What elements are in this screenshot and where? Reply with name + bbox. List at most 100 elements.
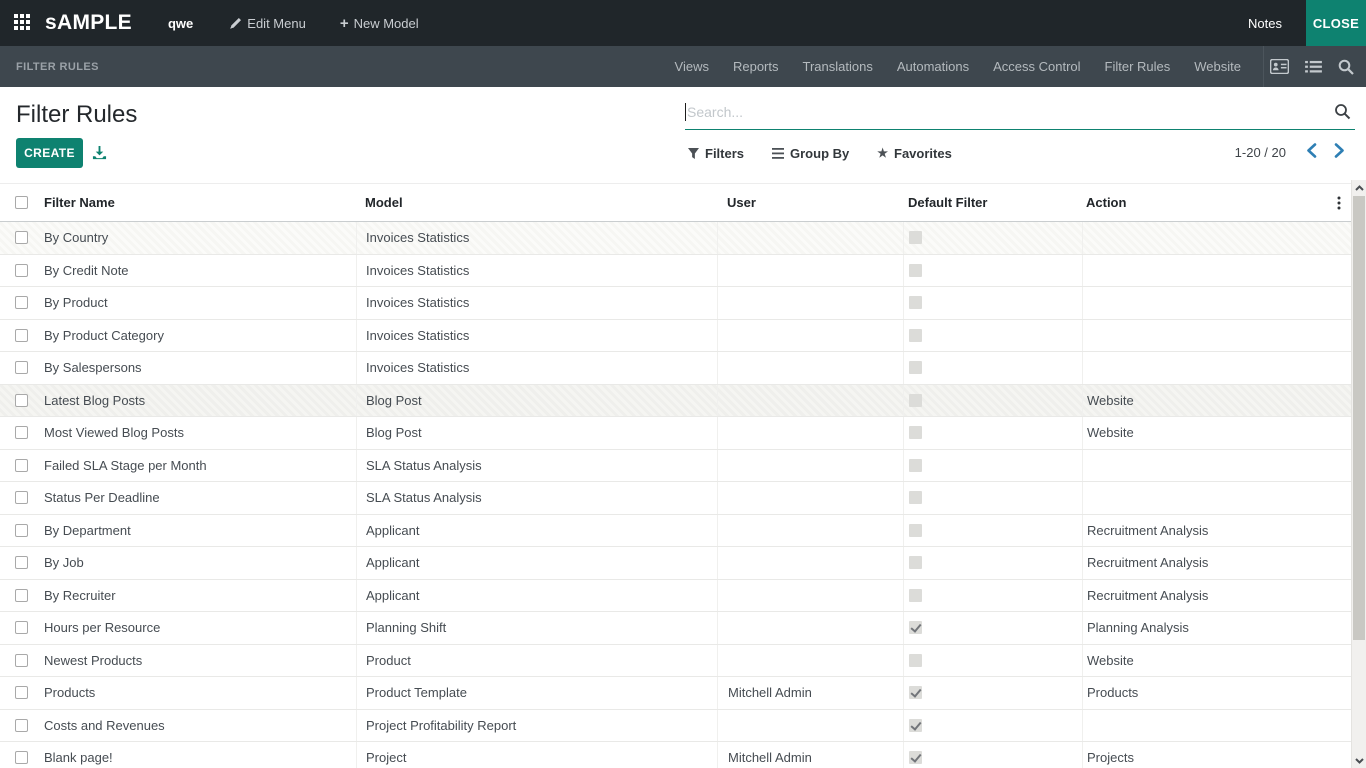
- row-select-checkbox[interactable]: [15, 426, 28, 439]
- table-row[interactable]: Most Viewed Blog PostsBlog PostWebsite: [0, 417, 1351, 450]
- cell-action: [1082, 710, 1327, 742]
- search-input[interactable]: [686, 104, 1334, 120]
- table-row[interactable]: Costs and RevenuesProject Profitability …: [0, 710, 1351, 743]
- cell-user: [717, 385, 903, 417]
- export-download-icon[interactable]: [92, 145, 107, 160]
- table-row[interactable]: By Product CategoryInvoices Statistics: [0, 320, 1351, 353]
- table-row[interactable]: Failed SLA Stage per MonthSLA Status Ana…: [0, 450, 1351, 483]
- cell-filter-name: Latest Blog Posts: [40, 385, 356, 417]
- subnav-item-automations[interactable]: Automations: [885, 46, 981, 87]
- search-submit-icon[interactable]: [1334, 103, 1351, 120]
- subnav-item-filter-rules[interactable]: Filter Rules: [1093, 46, 1183, 87]
- search-icon[interactable]: [1338, 59, 1354, 75]
- row-select-checkbox[interactable]: [15, 491, 28, 504]
- column-header-filter-name[interactable]: Filter Name: [40, 184, 356, 221]
- row-select-checkbox[interactable]: [15, 361, 28, 374]
- pager-next-icon[interactable]: [1334, 143, 1345, 158]
- row-select-checkbox[interactable]: [15, 686, 28, 699]
- search-box: [685, 94, 1355, 130]
- cell-filter-name: Status Per Deadline: [40, 482, 356, 514]
- select-all-checkbox[interactable]: [15, 196, 28, 209]
- pager-nav: [1306, 143, 1345, 158]
- cell-model: Invoices Statistics: [356, 255, 717, 287]
- cell-filter-name: Products: [40, 677, 356, 709]
- row-select-checkbox[interactable]: [15, 459, 28, 472]
- cell-user: Mitchell Admin: [717, 742, 903, 768]
- cell-action: Website: [1082, 417, 1327, 449]
- row-select-checkbox[interactable]: [15, 231, 28, 244]
- divider: [1263, 46, 1264, 87]
- table-row[interactable]: By DepartmentApplicantRecruitment Analys…: [0, 515, 1351, 548]
- group-by-button[interactable]: Group By: [772, 146, 849, 161]
- cell-action: [1082, 320, 1327, 352]
- menu-item-qwe[interactable]: qwe: [168, 16, 193, 31]
- table-row[interactable]: Hours per ResourcePlanning ShiftPlanning…: [0, 612, 1351, 645]
- cell-model: Blog Post: [356, 385, 717, 417]
- row-select-checkbox[interactable]: [15, 589, 28, 602]
- new-model-button[interactable]: + New Model: [340, 16, 419, 31]
- cell-filter-name: Failed SLA Stage per Month: [40, 450, 356, 482]
- row-select-checkbox[interactable]: [15, 264, 28, 277]
- default-filter-checkbox: [909, 589, 922, 602]
- cell-action: Planning Analysis: [1082, 612, 1327, 644]
- table-row[interactable]: By JobApplicantRecruitment Analysis: [0, 547, 1351, 580]
- table-row[interactable]: By CountryInvoices Statistics: [0, 222, 1351, 255]
- row-select-checkbox[interactable]: [15, 719, 28, 732]
- cell-model: Blog Post: [356, 417, 717, 449]
- pager-previous-icon[interactable]: [1306, 143, 1317, 158]
- row-select-checkbox[interactable]: [15, 524, 28, 537]
- table-row[interactable]: By ProductInvoices Statistics: [0, 287, 1351, 320]
- table-row[interactable]: ProductsProduct TemplateMitchell AdminPr…: [0, 677, 1351, 710]
- subnav-item-website[interactable]: Website: [1182, 46, 1253, 87]
- cell-model: Applicant: [356, 547, 717, 579]
- optional-columns-toggle-icon[interactable]: [1337, 196, 1341, 210]
- filters-button[interactable]: Filters: [688, 146, 744, 161]
- group-by-bars-icon: [772, 148, 784, 159]
- subnav-item-access-control[interactable]: Access Control: [981, 46, 1092, 87]
- close-button[interactable]: CLOSE: [1306, 0, 1366, 46]
- column-header-model[interactable]: Model: [356, 184, 717, 221]
- scrollbar-up-icon[interactable]: [1352, 180, 1366, 195]
- sub-navbar: FILTER RULES ViewsReportsTranslationsAut…: [0, 46, 1366, 87]
- edit-menu-button[interactable]: Edit Menu: [229, 16, 306, 31]
- cell-model: Invoices Statistics: [356, 287, 717, 319]
- cell-action: Recruitment Analysis: [1082, 580, 1327, 612]
- scrollbar-thumb[interactable]: [1353, 196, 1365, 640]
- notes-button[interactable]: Notes: [1248, 16, 1282, 31]
- table-row[interactable]: Latest Blog PostsBlog PostWebsite: [0, 385, 1351, 418]
- table-row[interactable]: By SalespersonsInvoices Statistics: [0, 352, 1351, 385]
- cell-filter-name: By Product Category: [40, 320, 356, 352]
- row-select-checkbox[interactable]: [15, 329, 28, 342]
- column-header-default-filter[interactable]: Default Filter: [903, 184, 1082, 221]
- row-select-checkbox[interactable]: [15, 296, 28, 309]
- create-button[interactable]: CREATE: [16, 138, 83, 168]
- subnav-item-reports[interactable]: Reports: [721, 46, 791, 87]
- table-row[interactable]: By Credit NoteInvoices Statistics: [0, 255, 1351, 288]
- cell-user: [717, 255, 903, 287]
- default-filter-checkbox: [909, 686, 922, 699]
- cell-model: Invoices Statistics: [356, 320, 717, 352]
- column-header-user[interactable]: User: [717, 184, 903, 221]
- row-select-checkbox[interactable]: [15, 621, 28, 634]
- row-select-checkbox[interactable]: [15, 394, 28, 407]
- table-row[interactable]: Status Per DeadlineSLA Status Analysis: [0, 482, 1351, 515]
- row-select-checkbox[interactable]: [15, 751, 28, 764]
- favorites-button[interactable]: ★ Favorites: [877, 146, 952, 161]
- column-header-action[interactable]: Action: [1082, 184, 1327, 221]
- table-row[interactable]: By RecruiterApplicantRecruitment Analysi…: [0, 580, 1351, 613]
- subnav-item-translations[interactable]: Translations: [791, 46, 885, 87]
- scrollbar-down-icon[interactable]: [1352, 753, 1366, 768]
- cell-model: Product Template: [356, 677, 717, 709]
- table-row[interactable]: Blank page!ProjectMitchell AdminProjects: [0, 742, 1351, 768]
- table-row[interactable]: Newest ProductsProductWebsite: [0, 645, 1351, 678]
- row-select-checkbox[interactable]: [15, 654, 28, 667]
- breadcrumb: FILTER RULES: [16, 61, 99, 73]
- default-filter-checkbox: [909, 394, 922, 407]
- apps-grid-icon[interactable]: [14, 14, 32, 32]
- subnav-item-views[interactable]: Views: [663, 46, 721, 87]
- contacts-card-icon[interactable]: [1270, 59, 1289, 74]
- default-filter-checkbox: [909, 751, 922, 764]
- row-select-checkbox[interactable]: [15, 556, 28, 569]
- vertical-scrollbar[interactable]: [1351, 180, 1366, 768]
- list-view-icon[interactable]: [1305, 60, 1322, 74]
